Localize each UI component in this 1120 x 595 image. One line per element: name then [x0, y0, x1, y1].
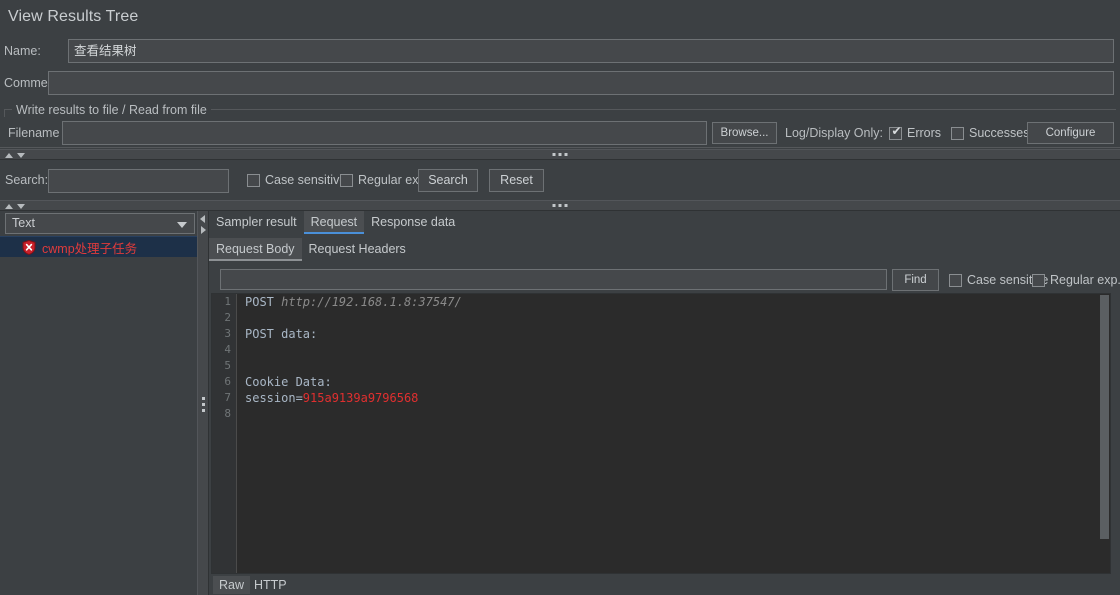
find-regular-exp-wrap[interactable]: Regular exp.	[1032, 273, 1120, 287]
render-format-value: Text	[12, 216, 35, 230]
search-row: Search: Case sensitive Regular exp. Sear…	[0, 159, 1120, 201]
search-case-sensitive-checkbox[interactable]	[247, 173, 260, 187]
code-segment: POST data:	[245, 327, 318, 341]
code-lines: POST http://192.168.1.8:37547/ POST data…	[245, 294, 1110, 422]
collapse-down-icon[interactable]	[17, 204, 25, 209]
tab-response-data[interactable]: Response data	[364, 211, 462, 234]
splitter-collapse-arrows-top[interactable]	[5, 151, 25, 158]
line-number-gutter: 1 2 3 4 5 6 7 8	[212, 294, 237, 573]
results-tree-panel: Text cwmp处理子任务 Scroll automatically?	[0, 211, 197, 595]
name-input[interactable]: 查看结果树	[68, 39, 1114, 63]
request-body-code-view[interactable]: 1 2 3 4 5 6 7 8 POST http://192.168.1.8:…	[211, 293, 1111, 574]
collapse-up-icon[interactable]	[5, 204, 13, 209]
name-row: Name: 查看结果树	[0, 39, 1120, 64]
find-input[interactable]	[220, 269, 887, 290]
errors-label: Errors	[907, 126, 942, 140]
line-number: 4	[224, 343, 231, 356]
tab-sampler-result[interactable]: Sampler result	[209, 211, 304, 234]
write-results-group-title: Write results to file / Read from file	[12, 103, 211, 117]
splitter-collapse-arrows-middle[interactable]	[5, 202, 25, 209]
tab-request[interactable]: Request	[303, 211, 365, 234]
splitter-grip-middle[interactable]	[552, 204, 568, 207]
render-format-select[interactable]: Text	[5, 213, 195, 234]
session-value: 915a9139a9796568	[302, 391, 419, 405]
line-number: 7	[224, 391, 231, 404]
code-line: POST data:	[245, 326, 1110, 342]
code-line: POST http://192.168.1.8:37547/	[245, 294, 1110, 310]
line-number: 1	[224, 295, 231, 308]
errors-checkbox-wrap[interactable]: Errors	[889, 124, 942, 140]
error-shield-icon	[22, 239, 36, 255]
search-button[interactable]: Search	[418, 169, 478, 192]
collapse-left-icon[interactable]	[200, 215, 205, 223]
splitter-grip-top[interactable]	[552, 153, 568, 156]
code-segment: session=	[245, 391, 303, 405]
successes-checkbox[interactable]	[951, 126, 964, 140]
search-regular-exp-checkbox[interactable]	[340, 173, 353, 187]
line-number: 3	[224, 327, 231, 340]
page-title: View Results Tree	[8, 8, 139, 25]
request-subtabbar[interactable]: Request Body Request Headers	[209, 238, 1120, 264]
group-border-left	[4, 109, 5, 117]
errors-checkbox[interactable]	[889, 124, 903, 140]
collapse-down-icon[interactable]	[17, 153, 25, 158]
configure-button[interactable]: Configure	[1027, 122, 1114, 144]
tree-item-label: cwmp处理子任务	[42, 241, 138, 256]
code-scrollbar-thumb[interactable]	[1100, 295, 1109, 539]
bottom-tab-raw[interactable]: Raw	[213, 576, 251, 594]
vertical-splitter[interactable]	[197, 211, 209, 595]
view-results-tree-window: View Results Tree Name: 查看结果树 Comments: …	[0, 0, 1120, 595]
name-label: Name:	[4, 44, 41, 58]
search-regular-exp-wrap[interactable]: Regular exp.	[340, 173, 429, 187]
comments-input[interactable]	[48, 71, 1114, 95]
comments-row: Comments:	[0, 71, 1120, 96]
request-url: http://192.168.1.8:37547/	[281, 295, 462, 309]
code-segment: POST	[245, 295, 282, 309]
chevron-down-icon[interactable]	[177, 222, 187, 228]
search-case-sensitive-label: Case sensitive	[265, 173, 347, 187]
find-bar: Find Case sensitive Regular exp.	[209, 267, 1120, 293]
collapse-right-icon[interactable]	[201, 226, 206, 234]
line-number: 8	[224, 407, 231, 420]
line-number: 6	[224, 375, 231, 388]
raw-http-tabbar[interactable]: Raw HTTP	[209, 574, 1120, 595]
collapse-up-icon[interactable]	[5, 153, 13, 158]
results-tree[interactable]: cwmp处理子任务	[0, 236, 197, 257]
splitter-bar-middle[interactable]	[0, 200, 1120, 211]
successes-label: Successes	[969, 126, 1030, 140]
search-input[interactable]	[48, 169, 229, 193]
tree-item-cwmp[interactable]: cwmp处理子任务	[0, 236, 197, 257]
bottom-tab-http[interactable]: HTTP	[248, 576, 293, 594]
vertical-splitter-grip[interactable]	[202, 397, 205, 412]
log-display-only-label: Log/Display Only:	[785, 126, 883, 140]
search-case-sensitive-wrap[interactable]: Case sensitive	[247, 173, 346, 187]
code-line: session=915a9139a9796568	[245, 390, 1110, 406]
search-label: Search:	[5, 173, 49, 187]
find-regular-exp-label: Regular exp.	[1050, 273, 1120, 287]
line-number: 2	[224, 311, 231, 324]
filename-label: Filename	[8, 126, 60, 140]
code-line: Cookie Data:	[245, 374, 1110, 390]
group-border-bottom	[0, 147, 1120, 148]
reset-button[interactable]: Reset	[489, 169, 544, 192]
find-regular-exp-checkbox[interactable]	[1032, 273, 1045, 287]
code-vertical-scrollbar[interactable]	[1100, 295, 1109, 573]
code-segment: Cookie Data:	[245, 375, 332, 389]
find-button[interactable]: Find	[892, 269, 939, 291]
line-number: 5	[224, 359, 231, 372]
find-case-sensitive-checkbox[interactable]	[949, 273, 962, 287]
successes-checkbox-wrap[interactable]: Successes	[951, 126, 1029, 140]
detail-tabbar[interactable]: Sampler result Request Response data	[209, 211, 1120, 238]
subtab-request-headers[interactable]: Request Headers	[302, 238, 413, 261]
subtab-request-body[interactable]: Request Body	[209, 238, 302, 261]
filename-input[interactable]	[62, 121, 707, 145]
browse-button[interactable]: Browse...	[712, 122, 777, 144]
